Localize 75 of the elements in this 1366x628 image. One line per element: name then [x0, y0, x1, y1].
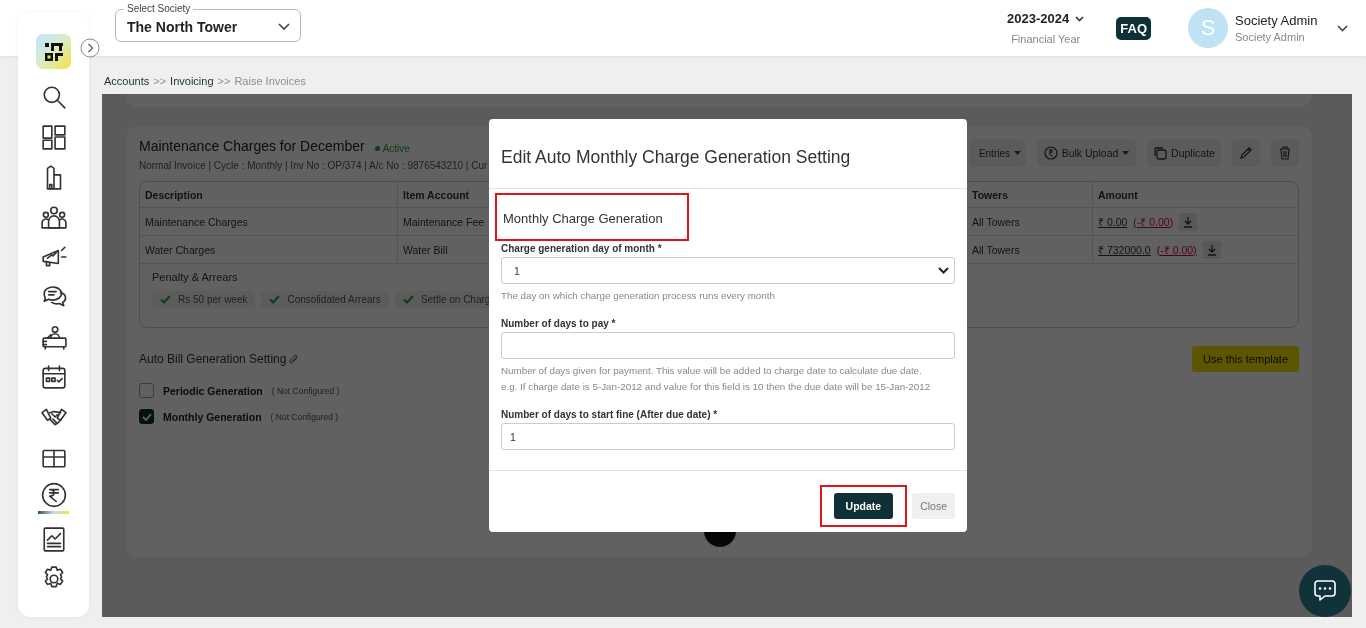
help-text: Number of days given for payment. This value will be added to charge date to calculate due date.: [501, 365, 923, 376]
caret-icon: [1122, 151, 1130, 155]
section-title: Auto Bill Generation Setting: [139, 352, 287, 366]
year-caption: Financial Year: [1011, 33, 1081, 45]
year-dropdown[interactable]: 2023-2024: [1007, 11, 1085, 26]
option-status: ( Not Configured ): [271, 385, 340, 396]
use-template-button[interactable]: Use this template: [1192, 346, 1299, 372]
delete-button[interactable]: [1271, 139, 1299, 167]
invoice-details: Normal Invoice | Cycle : Monthly | Inv No : OP/374 | A/c No : 9876543210 | Cur: [139, 160, 488, 171]
checkbox[interactable]: [139, 409, 154, 424]
copy-icon: [1153, 146, 1168, 160]
field-label: Select Society: [124, 2, 194, 15]
amount-link[interactable]: ₹ 732000.0: [1098, 242, 1151, 257]
check-icon: [141, 412, 152, 421]
dashboard-icon: [40, 124, 67, 150]
help-text: e.g. If charge date is 5-Jan-2012 and value for this field is 10 then the due date will be 15-Jan-2012: [501, 381, 932, 392]
option-label: Monthly Generation: [163, 410, 262, 423]
adjustment-link[interactable]: (-₹ 0.00): [1156, 242, 1197, 257]
report-icon: [40, 526, 67, 552]
field-label: Number of days to pay *: [501, 318, 617, 329]
expand-icon[interactable]: [80, 38, 100, 58]
desk-icon: [40, 324, 67, 350]
update-button[interactable]: Update: [833, 493, 894, 519]
card-title: Maintenance Charges for December: [139, 138, 365, 154]
user-name: Society Admin: [1235, 13, 1319, 28]
user-role: Society Admin: [1235, 31, 1306, 43]
rupee-icon: [40, 482, 67, 508]
faq-button[interactable]: FAQ: [1116, 16, 1151, 40]
breadcrumb-separator: >>: [217, 75, 231, 87]
column-header: Description: [140, 182, 398, 208]
amount-link[interactable]: ₹ 0.00: [1098, 214, 1128, 229]
select-value: The North Tower: [127, 19, 238, 35]
entries-dropdown[interactable]: Entries: [968, 139, 1026, 167]
help-text: The day on which charge generation process runs every month: [501, 290, 776, 301]
status-label: Active: [374, 143, 410, 154]
paperclip-icon: [288, 353, 300, 365]
chevron-down-icon: [938, 267, 949, 274]
modal-title: Edit Auto Monthly Charge Generation Setting: [489, 119, 967, 189]
field-label: Number of days to start fine (After due date) *: [501, 409, 719, 420]
check-icon: [269, 295, 281, 304]
trash-icon: [1279, 146, 1291, 160]
tag: Consolidated Arrears: [261, 291, 389, 308]
logo-mark-icon: [43, 41, 64, 62]
download-icon[interactable]: [1202, 240, 1221, 259]
search-icon: [40, 84, 67, 110]
rupee-icon: [1043, 146, 1058, 160]
input-field[interactable]: 1: [501, 423, 955, 450]
caret-icon: [1014, 151, 1021, 155]
check-icon: [402, 295, 414, 304]
column-header: Amount: [1093, 182, 1298, 208]
table-cell: Maintenance Charges: [140, 208, 398, 236]
breadcrumb-link[interactable]: Invoicing: [170, 75, 214, 87]
breadcrumb-separator: >>: [153, 75, 167, 87]
chat-support-icon[interactable]: [1299, 565, 1351, 617]
calendar-icon: [40, 364, 67, 390]
adjustment-link[interactable]: (-₹ 0.00): [1133, 214, 1174, 229]
chevron-down-icon: [1075, 15, 1085, 22]
check-icon: [160, 295, 171, 304]
table-cell: Water Charges: [140, 236, 398, 264]
download-icon[interactable]: [1179, 212, 1198, 231]
avatar: S: [1188, 8, 1228, 48]
bulk-upload-dropdown[interactable]: Bulk Upload: [1037, 139, 1136, 167]
close-button[interactable]: Close: [912, 493, 955, 519]
input-field[interactable]: [501, 332, 955, 359]
option-label: Periodic Generation: [163, 384, 263, 397]
pencil-icon: [1239, 146, 1253, 160]
checkbox[interactable]: [139, 383, 154, 398]
chevron-down-icon: [278, 23, 290, 31]
day-select[interactable]: 1: [501, 257, 955, 284]
edit-button[interactable]: [1232, 139, 1260, 167]
breadcrumb-link[interactable]: Accounts: [104, 75, 150, 87]
people-icon: [40, 204, 67, 230]
chevron-down-icon[interactable]: [1337, 24, 1348, 32]
breadcrumb-link[interactable]: Raise Invoices: [234, 75, 306, 87]
duplicate-button[interactable]: Duplicate: [1147, 139, 1221, 167]
